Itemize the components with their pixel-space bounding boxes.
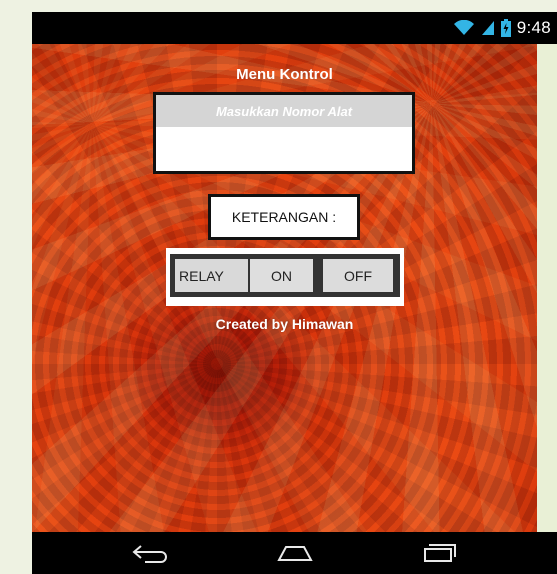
status-icons: 9:48 [453,18,551,38]
relay-on-button[interactable]: ON [250,259,313,292]
right-edge-strip [537,44,557,532]
status-clock: 9:48 [516,18,551,37]
home-icon[interactable] [273,540,317,566]
credit-text: Created by Himawan [215,316,354,332]
relay-label: RELAY [175,259,248,292]
relay-control: RELAY ON OFF [166,248,404,306]
device-number-hint: Masukkan Nomor Alat [156,95,412,127]
battery-icon [500,19,511,37]
recent-apps-icon[interactable] [415,540,459,566]
back-icon[interactable] [127,540,171,566]
info-label: KETERANGAN : [208,194,360,240]
relay-off-button[interactable]: OFF [323,259,393,292]
navigation-bar [32,532,557,574]
signal-icon [481,20,495,36]
phone-screen: 9:48 Menu Kontrol Masukkan Nomor Alat KE… [32,12,557,574]
relay-row: RELAY ON OFF [170,254,400,297]
status-bar: 9:48 [32,12,557,44]
device-number-input[interactable] [159,131,409,169]
device-number-box: Masukkan Nomor Alat [153,92,415,174]
wifi-icon [453,20,475,36]
app-content: Menu Kontrol Masukkan Nomor Alat KETERAN… [32,44,537,532]
page-title: Menu Kontrol [236,66,333,83]
